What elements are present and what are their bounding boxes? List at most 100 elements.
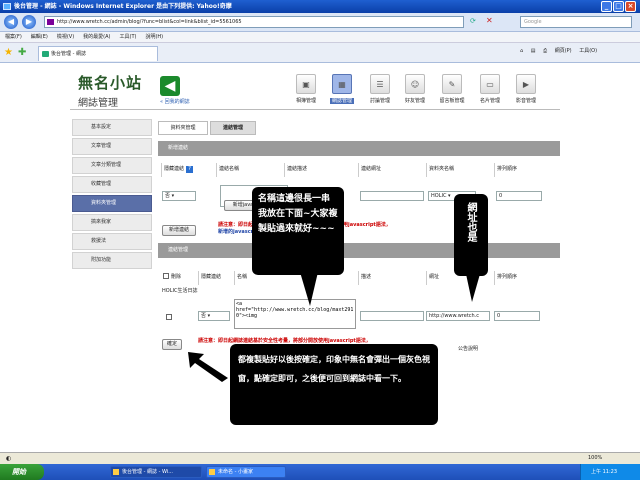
- refresh-icon[interactable]: ⟳: [470, 17, 476, 25]
- sidebar-item-extras[interactable]: 附加功能: [72, 252, 152, 269]
- nav-album-label: 相簿管理: [295, 98, 316, 104]
- row-desc-input[interactable]: [360, 311, 424, 321]
- command-bar: ⌂ ▤ ⎙ 網頁(P) 工具(O): [520, 47, 603, 54]
- address-url: http://www.wretch.cc/admin/blog/?func=bl…: [57, 19, 242, 25]
- header-delete-label: 刪除: [171, 274, 182, 280]
- start-button[interactable]: 開始: [0, 464, 44, 480]
- callout-right-pointer: [466, 274, 480, 302]
- sidebar-item-basic[interactable]: 基本設定: [72, 119, 152, 136]
- folder-select-value: HOLIC: [431, 193, 447, 199]
- stop-icon[interactable]: ✕: [486, 16, 493, 25]
- close-button[interactable]: ×: [625, 1, 636, 12]
- namecard-icon: ▭: [480, 74, 500, 94]
- back-arrow-icon[interactable]: ◀: [160, 76, 180, 96]
- photo-album-icon: ▣: [296, 74, 316, 94]
- feed-icon[interactable]: ▤: [531, 48, 536, 54]
- tools-menu[interactable]: 工具(O): [579, 47, 597, 54]
- sidebar-item-rescue[interactable]: 救援法: [72, 233, 152, 250]
- blog-icon: ▦: [332, 74, 352, 94]
- search-input[interactable]: Google: [520, 16, 632, 28]
- address-toolbar: ◀ ▶ http://www.wretch.cc/admin/blog/?fun…: [0, 13, 640, 32]
- nav-blog[interactable]: ▦ 網誌管理: [322, 74, 362, 104]
- nav-namecard[interactable]: ▭ 名片管理: [470, 74, 510, 104]
- back-to-blog-link[interactable]: « 回我的網誌: [160, 98, 190, 105]
- header-order-2: 排列順序: [494, 271, 560, 285]
- wretch-tab-icon: [42, 51, 49, 57]
- ie-task-icon: [113, 469, 119, 475]
- menu-favorites[interactable]: 我的最愛(A): [83, 32, 110, 43]
- menu-tools[interactable]: 工具(T): [120, 32, 137, 43]
- taskbar-item-ie-label: 後台管理 - 網誌 - Wi...: [122, 469, 173, 475]
- tab-label: 後台管理 - 網誌: [51, 51, 86, 57]
- menu-help[interactable]: 說明(H): [145, 32, 163, 43]
- announcement-link[interactable]: 公告說明: [458, 345, 478, 352]
- header-delete: 刪除: [161, 271, 197, 285]
- paint-task-icon: [209, 469, 215, 475]
- nav-forum[interactable]: ☰ 討論管理: [360, 74, 400, 104]
- home-icon[interactable]: ⌂: [520, 48, 523, 54]
- forward-icon[interactable]: ▶: [22, 15, 36, 29]
- zoom-level[interactable]: 100%: [588, 453, 602, 464]
- row-url-value: http://www.wretch.c: [429, 313, 480, 319]
- order-input[interactable]: 0: [496, 191, 542, 201]
- minimize-button[interactable]: _: [601, 1, 612, 12]
- menu-edit[interactable]: 編輯(E): [31, 32, 48, 43]
- confirm-button[interactable]: 確定: [162, 339, 182, 350]
- page-menu[interactable]: 網頁(P): [555, 47, 572, 54]
- friends-icon: ☺: [405, 74, 425, 94]
- row-delete-checkbox[interactable]: [166, 314, 172, 320]
- menu-file[interactable]: 檔案(F): [5, 32, 22, 43]
- guestbook-icon: ✎: [442, 74, 462, 94]
- sidebar-item-categories[interactable]: 文章分類管理: [72, 157, 152, 174]
- new-link-section-header: 新增連結: [158, 141, 560, 156]
- tab-folders[interactable]: 資料夾管理: [158, 121, 208, 135]
- nav-video[interactable]: ▶ 影音管理: [506, 74, 546, 104]
- nav-blog-label: 網誌管理: [329, 98, 354, 104]
- page-title: 網誌管理: [78, 98, 118, 109]
- row-url-input[interactable]: http://www.wretch.c: [426, 311, 490, 321]
- header-desc: 連結描述: [284, 163, 354, 177]
- ie-icon: [3, 3, 11, 10]
- callout-top-pointer: [300, 272, 318, 306]
- favorites-star-icon[interactable]: ★: [4, 47, 13, 58]
- nav-forum-label: 討論管理: [369, 98, 390, 104]
- sidebar-item-visit[interactable]: 搞來我家: [72, 214, 152, 231]
- chat-icon: ☰: [370, 74, 390, 94]
- header-hide: 隱藏連結?: [161, 163, 215, 177]
- tab-admin-blog[interactable]: 後台管理 - 網誌: [38, 46, 158, 61]
- window-title: 後台管理 - 網誌 - Windows Internet Explorer 是由…: [14, 3, 232, 10]
- nav-namecard-label: 名片管理: [479, 98, 500, 104]
- add-link-button[interactable]: 新增連結: [162, 225, 196, 236]
- tab-links[interactable]: 連結管理: [210, 121, 256, 135]
- sidebar-item-articles[interactable]: 文章管理: [72, 138, 152, 155]
- arrow-to-confirm-icon: [188, 352, 228, 382]
- sidebar-item-folders[interactable]: 資料夾管理: [72, 195, 152, 212]
- nav-guestbook-label: 留言板管理: [439, 98, 465, 104]
- sidebar-item-favorites[interactable]: 收藏管理: [72, 176, 152, 193]
- menu-bar: 檔案(F) 編輯(E) 檢視(V) 我的最愛(A) 工具(T) 說明(H): [0, 32, 640, 43]
- nav-friends[interactable]: ☺ 好友管理: [395, 74, 435, 104]
- nav-album[interactable]: ▣ 相簿管理: [286, 74, 326, 104]
- maximize-button[interactable]: □: [613, 1, 624, 12]
- taskbar-item-ie[interactable]: 後台管理 - 網誌 - Wi...: [110, 466, 202, 478]
- select-all-checkbox[interactable]: [163, 273, 169, 279]
- address-bar[interactable]: http://www.wretch.cc/admin/blog/?func=bl…: [44, 16, 464, 28]
- help-icon[interactable]: ?: [186, 166, 194, 173]
- menu-view[interactable]: 檢視(V): [57, 32, 74, 43]
- row-order-input[interactable]: 0: [494, 311, 540, 321]
- back-icon[interactable]: ◀: [4, 15, 18, 29]
- taskbar-item-paint[interactable]: 未命名 - 小畫家: [206, 466, 286, 478]
- print-icon[interactable]: ⎙: [543, 48, 547, 54]
- link-url-input[interactable]: [360, 191, 424, 201]
- row-name-code[interactable]: [234, 299, 356, 329]
- add-favorite-icon[interactable]: ✚: [18, 47, 26, 58]
- row-hide-select[interactable]: 否 ▾: [198, 311, 230, 321]
- taskbar-item-paint-label: 未命名 - 小畫家: [218, 469, 253, 475]
- done-icon: ◐: [6, 455, 12, 462]
- window-titlebar: 後台管理 - 網誌 - Windows Internet Explorer 是由…: [0, 0, 640, 13]
- hide-select[interactable]: 否 ▾: [162, 191, 196, 201]
- nav-guestbook[interactable]: ✎ 留言板管理: [432, 74, 472, 104]
- header-hide-2: 隱藏連結: [198, 271, 234, 285]
- taskbar: 開始 後台管理 - 網誌 - Wi... 未命名 - 小畫家 上午 11:23: [0, 464, 640, 480]
- page-content: 無名小站 網誌管理 ◀ « 回我的網誌 ▣ 相簿管理 ▦ 網誌管理 ☰ 討論管理 ☺ 好…: [0, 64, 640, 449]
